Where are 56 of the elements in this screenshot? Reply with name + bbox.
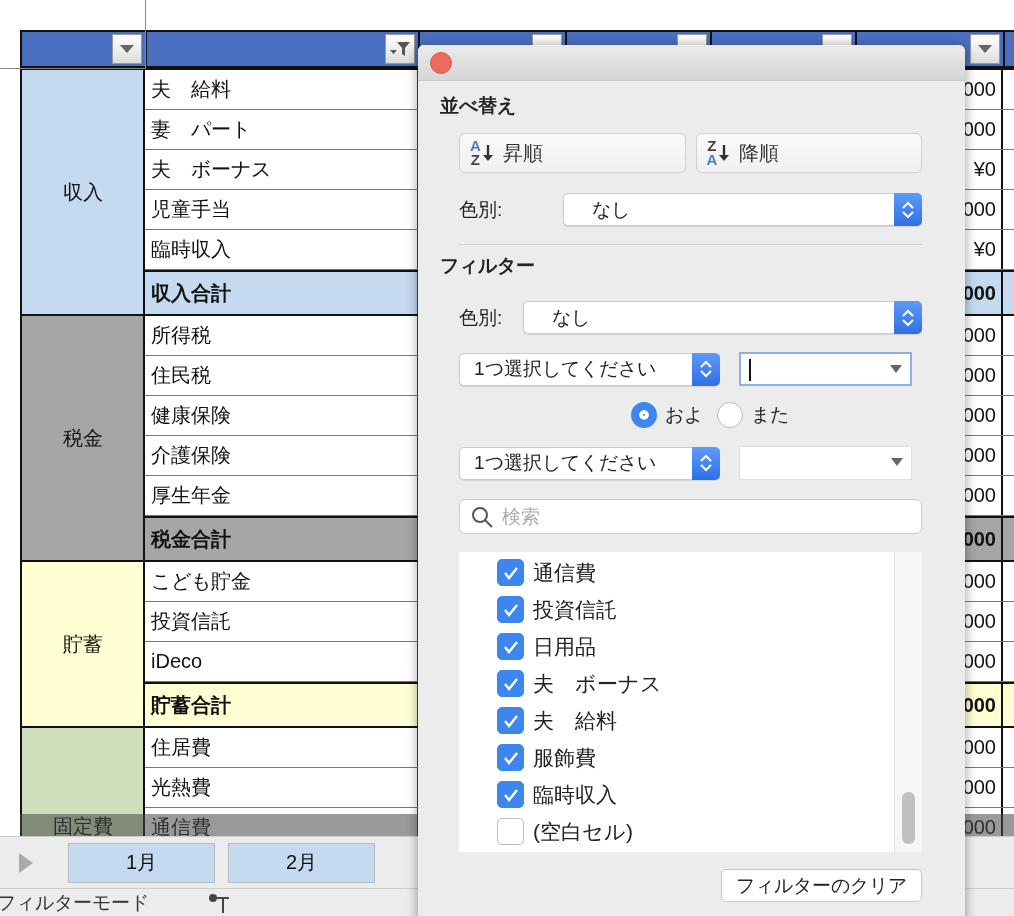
color-select[interactable]: なし (523, 301, 922, 334)
radio-label: およ (665, 403, 703, 427)
category-cell: 貯蓄 (20, 562, 145, 726)
caret-icon (977, 44, 993, 54)
sheet-tab[interactable]: 2月 (228, 842, 375, 883)
checkbox[interactable] (497, 670, 524, 697)
caret-icon (890, 364, 902, 374)
section-title: フィルター (440, 254, 536, 278)
list-item-label[interactable]: (空白セル) (533, 817, 633, 846)
list-item-label[interactable]: 夫 給料 (533, 706, 617, 735)
value-combo-field[interactable] (739, 352, 912, 386)
list-item-label[interactable]: 通信費 (533, 558, 596, 587)
value-combo-field[interactable] (739, 446, 912, 480)
stepper-icon (894, 301, 922, 334)
sheet-tab[interactable]: 1月 (68, 842, 215, 883)
list-item-label[interactable]: 臨時収入 (533, 780, 617, 809)
checkbox[interactable] (497, 781, 524, 808)
category-cell: 税金 (20, 316, 145, 560)
checkbox[interactable] (497, 707, 524, 734)
field-label: 色別: (459, 197, 504, 222)
scrollbar[interactable] (894, 552, 922, 852)
checkbox[interactable] (497, 744, 524, 771)
color-select[interactable]: なし (563, 193, 922, 226)
caret-icon (119, 44, 135, 54)
list-item-label[interactable]: 服飾費 (533, 743, 596, 772)
dropdown-button[interactable] (112, 34, 142, 64)
rule-select[interactable]: 1つ選択してください (459, 352, 720, 386)
radio-label: また (751, 403, 789, 427)
checkbox[interactable] (497, 559, 524, 586)
field-label: 色別: (459, 305, 504, 330)
list-item-label[interactable]: 夫 ボーナス (533, 669, 662, 698)
radio-button[interactable] (631, 402, 657, 428)
sort-ascending-button[interactable]: A Z 昇順 (459, 133, 686, 173)
category-cell: 固定費 (20, 728, 145, 836)
category-cell: 収入 (20, 70, 145, 314)
list-item-label[interactable]: 投資信託 (533, 595, 617, 624)
close-button[interactable] (430, 51, 452, 74)
dropdown-button[interactable] (970, 34, 1000, 64)
radio-button[interactable] (717, 402, 743, 428)
search-icon (470, 504, 494, 529)
stepper-icon (692, 446, 720, 480)
list-item-label[interactable]: 日用品 (533, 632, 596, 661)
stepper-icon (894, 193, 922, 226)
clear-filter-button[interactable]: フィルターのクリア (721, 869, 922, 902)
section-title: 並べ替え (440, 94, 517, 118)
checkbox[interactable] (497, 818, 524, 845)
filter-icon (389, 40, 411, 58)
caret-icon (891, 457, 903, 467)
stepper-icon (692, 352, 720, 386)
rule-select[interactable]: 1つ選択してください (459, 446, 720, 480)
sort-descending-button[interactable]: Z A 降順 (695, 133, 922, 173)
filter-button[interactable] (385, 34, 415, 64)
checkbox[interactable] (497, 633, 524, 660)
pin-icon (207, 892, 231, 913)
checkbox[interactable] (497, 596, 524, 623)
play-arrow-icon[interactable] (18, 851, 34, 874)
